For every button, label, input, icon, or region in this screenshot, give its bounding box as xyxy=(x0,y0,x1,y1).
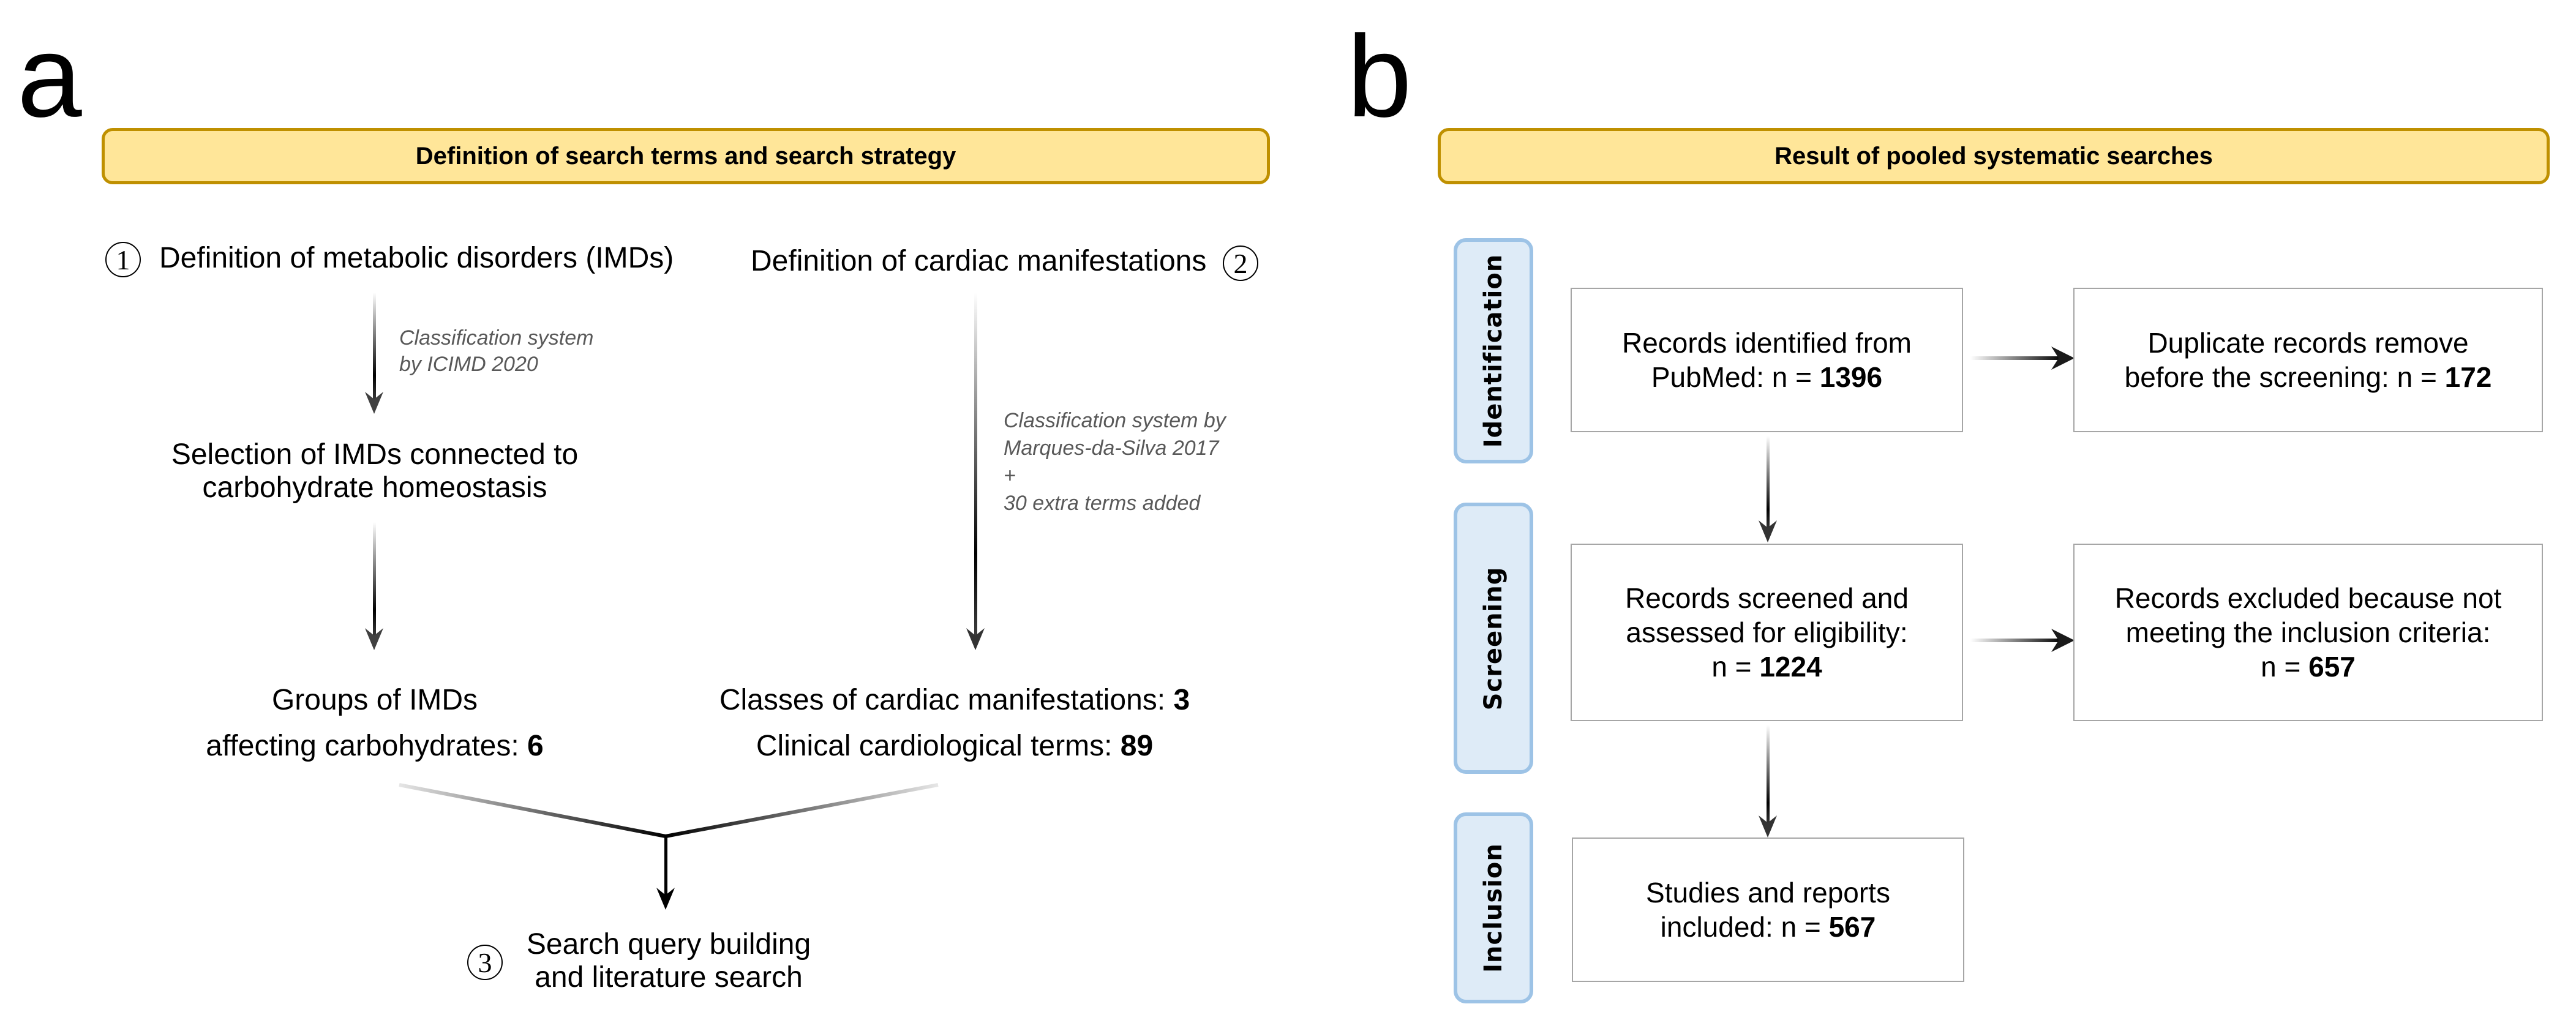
records-excluded-box: Records excluded because not meeting the… xyxy=(2073,544,2543,721)
box-line: Duplicate records remove xyxy=(2147,327,2469,359)
duplicates-count: 172 xyxy=(2444,361,2492,393)
box-line: n = 657 xyxy=(2115,650,2502,684)
box-line: included: n = 567 xyxy=(1646,910,1890,944)
box-line: PubMed: n = 1396 xyxy=(1622,360,1912,394)
arrow-screened-to-included xyxy=(1759,725,1777,838)
banner-title: Result of pooled systematic searches xyxy=(1774,142,2213,170)
merge-connector xyxy=(399,783,939,910)
selection-line: Selection of IMDs connected to xyxy=(171,438,579,471)
box-line: n = 1224 xyxy=(1625,650,1909,684)
stage-label: Screening xyxy=(1479,566,1508,710)
note-marques-da-silva: Classification system by Marques-da-Silv… xyxy=(1004,407,1226,517)
excluded-count: 657 xyxy=(2308,651,2356,683)
arrow-screened-to-excluded xyxy=(1970,629,2075,652)
arrow-identified-to-screened xyxy=(1759,436,1777,542)
note-marques-line: + xyxy=(1004,464,1016,487)
arrow-selection-to-groups xyxy=(365,522,383,650)
search-strategy-banner: Definition of search terms and search st… xyxy=(102,128,1270,184)
classes-count: 3 xyxy=(1173,684,1190,716)
records-screened-box: Records screened and assessed for eligib… xyxy=(1571,544,1963,721)
terms-text: Clinical cardiological terms: xyxy=(756,730,1121,762)
cardiac-classes: Classes of cardiac manifestations: 3 Cli… xyxy=(719,677,1190,769)
groups-line2-text: affecting carbohydrates: xyxy=(206,730,528,762)
groups-count: 6 xyxy=(527,730,544,762)
step-3-line: Search query building xyxy=(526,928,811,961)
box-line: before the screening: n = 172 xyxy=(2125,360,2492,394)
panel-letter-a: a xyxy=(17,12,82,141)
panel-letter-b: b xyxy=(1347,12,1412,141)
step-1-label: Definition of metabolic disorders (IMDs) xyxy=(159,242,674,274)
note-marques-line: 30 extra terms added xyxy=(1004,492,1201,515)
stage-label: Identification xyxy=(1479,253,1508,448)
included-count: 567 xyxy=(1828,911,1876,943)
box-line: assessed for eligibility: xyxy=(1626,616,1908,648)
box-text: n = xyxy=(2261,651,2309,683)
stage-screening: Screening xyxy=(1454,503,1533,774)
duplicates-removed-box: Duplicate records remove before the scre… xyxy=(2073,288,2543,432)
groups-line1: Groups of IMDs xyxy=(271,684,478,716)
step-2-badge: 2 xyxy=(1223,245,1258,281)
box-line: meeting the inclusion criteria: xyxy=(2125,616,2491,648)
classes-text: Classes of cardiac manifestations: xyxy=(719,684,1174,716)
note-icimd-line: by ICIMD 2020 xyxy=(399,353,538,376)
selection-line: carbohydrate homeostasis xyxy=(202,471,547,504)
selection-of-imds: Selection of IMDs connected to carbohydr… xyxy=(171,438,578,504)
records-identified-box: Records identified from PubMed: n = 1396 xyxy=(1571,288,1963,432)
box-line: Records screened and xyxy=(1625,582,1909,614)
banner-title: Definition of search terms and search st… xyxy=(415,142,956,170)
box-line: Studies and reports xyxy=(1646,877,1890,909)
terms-count: 89 xyxy=(1120,730,1154,762)
step-2-label: Definition of cardiac manifestations xyxy=(751,245,1207,277)
stage-identification: Identification xyxy=(1454,238,1533,463)
stage-label: Inclusion xyxy=(1479,843,1508,973)
arrow-step1-to-selection xyxy=(365,293,383,414)
box-text: before the screening: n = xyxy=(2124,361,2445,393)
classes-line1: Classes of cardiac manifestations: 3 xyxy=(719,677,1190,723)
studies-included-box: Studies and reports included: n = 567 xyxy=(1572,838,1964,982)
step-3-badge: 3 xyxy=(467,945,503,980)
box-text: n = xyxy=(1711,651,1760,683)
note-icimd-line: Classification system xyxy=(399,326,594,350)
box-line: Records identified from xyxy=(1622,327,1912,359)
groups-line2: affecting carbohydrates: 6 xyxy=(206,723,543,769)
step-3-line: and literature search xyxy=(535,961,803,994)
box-text: included: n = xyxy=(1660,911,1829,943)
pooled-results-banner: Result of pooled systematic searches xyxy=(1438,128,2550,184)
box-line: Records excluded because not xyxy=(2114,582,2502,614)
note-marques-line: Marques-da-Silva 2017 xyxy=(1004,437,1219,460)
arrow-step2-to-classes xyxy=(966,293,985,650)
arrow-identified-to-duplicates xyxy=(1970,347,2075,370)
stage-inclusion: Inclusion xyxy=(1454,812,1533,1003)
step-1-badge: 1 xyxy=(105,242,141,277)
box-text: PubMed: n = xyxy=(1651,361,1820,393)
groups-of-imds: Groups of IMDs affecting carbohydrates: … xyxy=(206,677,543,769)
terms-line: Clinical cardiological terms: 89 xyxy=(719,723,1190,769)
records-identified-count: 1396 xyxy=(1819,361,1883,393)
screened-count: 1224 xyxy=(1759,651,1822,683)
note-marques-line: Classification system by xyxy=(1004,409,1226,432)
step-3-label: Search query building and literature sea… xyxy=(527,928,811,994)
note-icimd: Classification system by ICIMD 2020 xyxy=(399,325,593,378)
